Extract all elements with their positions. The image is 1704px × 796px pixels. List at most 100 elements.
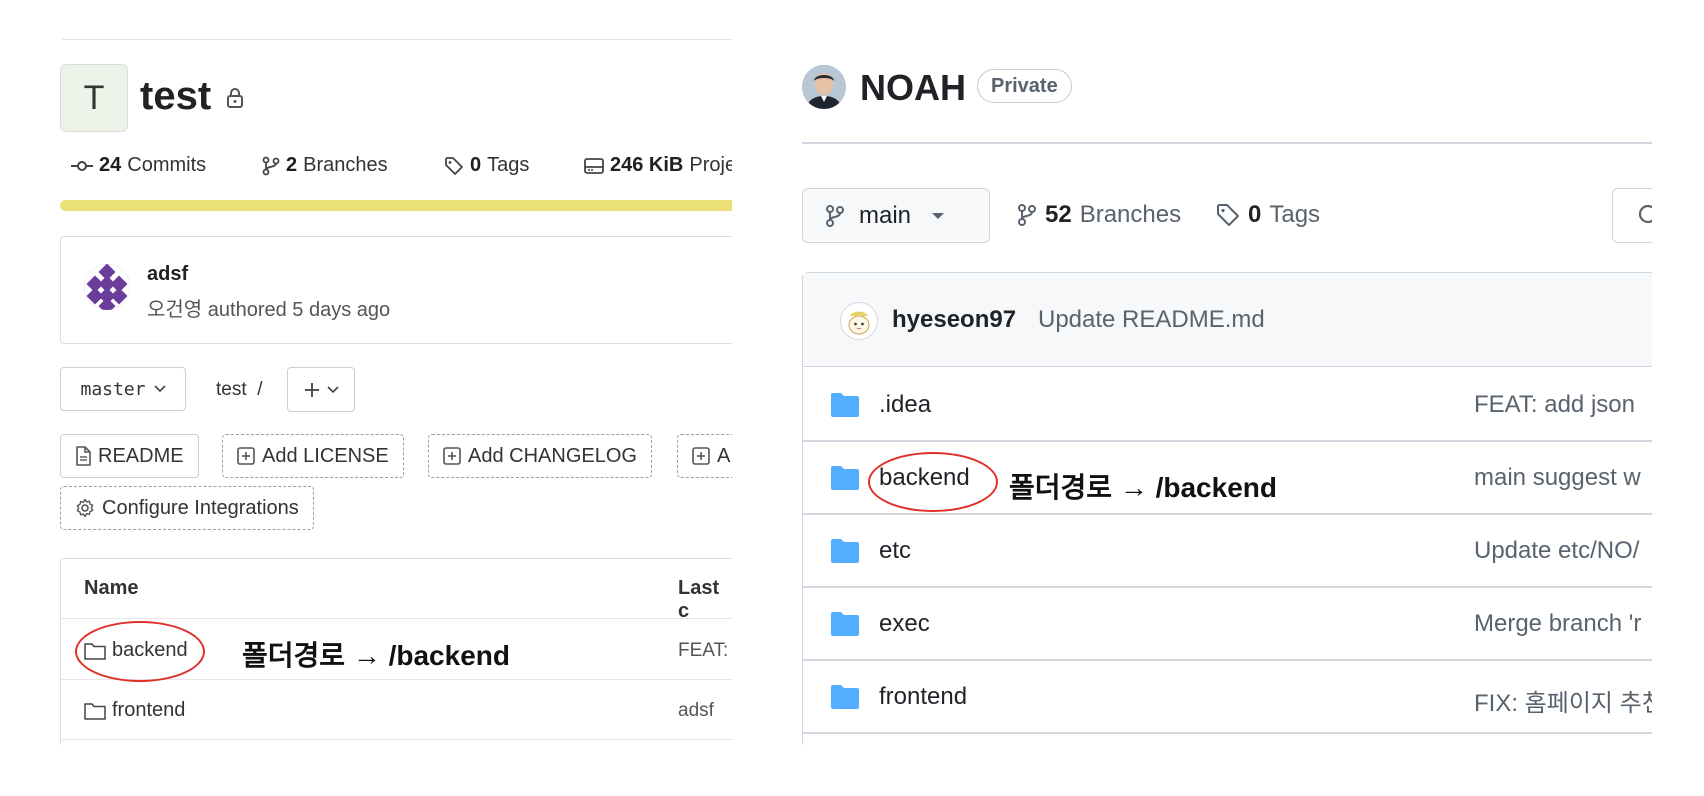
commit-time: authored 5 days ago	[207, 299, 391, 321]
branches-label: Branches	[303, 154, 388, 176]
add-license-label: Add LICENSE	[262, 444, 389, 467]
language-bar	[60, 200, 732, 211]
project-avatar: T	[60, 64, 128, 132]
readme-label: README	[98, 444, 184, 467]
tag-icon	[444, 156, 464, 176]
divider	[803, 732, 1652, 734]
gear-icon	[75, 498, 95, 518]
branches-count: 2	[286, 154, 298, 176]
branches-label: Branches	[1079, 201, 1182, 228]
folder-icon	[830, 684, 860, 710]
divider	[61, 618, 732, 619]
divider	[803, 586, 1652, 588]
readme-button[interactable]: README	[60, 434, 199, 478]
table-row[interactable]: frontend	[84, 699, 185, 722]
gitlab-panel: T test 24 Commits 2 Branches 0 Tags 246 …	[0, 0, 732, 745]
folder-name[interactable]: etc	[879, 537, 911, 565]
commit-icon	[71, 159, 93, 173]
folder-icon	[830, 465, 860, 491]
commits-label: Commits	[127, 154, 207, 176]
row-commit-message[interactable]: Update etc/NO/	[1474, 537, 1639, 565]
folder-name[interactable]: frontend	[879, 683, 967, 711]
annotation-text: 폴더경로 → /backend	[1009, 472, 1277, 503]
branch-selector[interactable]: master	[60, 367, 186, 411]
last-commit-title[interactable]: adsf	[147, 263, 188, 286]
project-title[interactable]: test	[140, 74, 211, 119]
chevron-down-icon	[327, 385, 339, 394]
storage-size: 246 KiB	[610, 154, 684, 176]
commit-author[interactable]: 오건영	[147, 299, 202, 321]
row-commit-message[interactable]: adsf	[678, 700, 714, 722]
repo-title[interactable]: NOAH	[860, 67, 966, 109]
commits-link[interactable]: 24 Commits	[71, 154, 206, 177]
add-license-button[interactable]: Add LICENSE	[222, 434, 404, 478]
divider	[803, 659, 1652, 661]
branch-name: master	[80, 378, 146, 400]
branch-icon	[262, 156, 280, 176]
tags-link[interactable]: 0 Tags	[1216, 201, 1320, 229]
last-commit-meta: 오건영 authored 5 days ago	[147, 293, 390, 322]
divider	[802, 142, 1652, 144]
branches-link[interactable]: 52 Branches	[1017, 201, 1181, 229]
caret-down-icon	[931, 212, 945, 220]
folder-name[interactable]: exec	[879, 610, 930, 638]
add-changelog-button[interactable]: Add CHANGELOG	[428, 434, 652, 478]
row-commit-message[interactable]: Merge branch 'r	[1474, 610, 1641, 638]
tags-label: Tags	[487, 154, 530, 176]
chevron-down-icon	[153, 385, 166, 393]
breadcrumb: test /	[216, 379, 262, 401]
author-avatar[interactable]	[84, 264, 130, 310]
branches-link[interactable]: 2 Branches	[262, 154, 388, 177]
name-column-header: Name	[84, 577, 139, 599]
plus-square-icon	[237, 447, 255, 465]
tag-icon	[1216, 203, 1240, 227]
row-commit-message[interactable]: FEAT: add json	[1474, 391, 1635, 419]
commit-message[interactable]: Update README.md	[1038, 306, 1265, 334]
branch-icon	[1017, 203, 1037, 227]
folder-icon	[84, 702, 106, 720]
breadcrumb-separator: /	[257, 379, 263, 400]
divider	[803, 440, 1652, 442]
last-commit-column-header: Last c	[678, 577, 720, 622]
branches-count: 52	[1045, 201, 1072, 228]
go-to-file-search[interactable]	[1612, 188, 1652, 243]
row-commit-message[interactable]: FEAT:	[678, 640, 728, 662]
divider	[61, 739, 732, 740]
add-more-button[interactable]: A	[677, 434, 732, 478]
folder-name[interactable]: .idea	[879, 391, 931, 419]
row-commit-message[interactable]: main suggest w	[1474, 464, 1641, 492]
storage-icon	[584, 157, 604, 175]
folder-icon	[830, 538, 860, 564]
tags-count: 0	[1248, 201, 1262, 228]
commit-author[interactable]: hyeseon97	[892, 306, 1016, 334]
add-changelog-label: Add CHANGELOG	[468, 444, 637, 467]
committer-avatar[interactable]	[840, 302, 878, 340]
annotation-text: 폴더경로 → /backend	[242, 640, 510, 671]
folder-icon	[830, 392, 860, 418]
plus-square-icon	[443, 447, 461, 465]
commits-count: 24	[99, 154, 122, 176]
github-panel: NOAH Private main 52 Branches 0 Tags hye…	[732, 0, 1652, 745]
search-icon	[1638, 204, 1652, 224]
add-more-label: A	[717, 444, 731, 467]
file-icon	[75, 446, 91, 466]
last-commit-card	[60, 236, 732, 344]
plus-icon	[303, 381, 321, 399]
tags-count: 0	[470, 154, 482, 176]
highlight-ellipse	[868, 452, 998, 512]
tags-link[interactable]: 0 Tags	[444, 154, 529, 177]
breadcrumb-root[interactable]: test	[216, 379, 247, 400]
divider	[803, 513, 1652, 515]
row-commit-message[interactable]: FIX: 홈페이지 추천	[1474, 683, 1652, 718]
configure-integrations-button[interactable]: Configure Integrations	[60, 486, 314, 530]
storage-link[interactable]: 246 KiB Proje	[584, 154, 732, 177]
add-file-dropdown[interactable]	[287, 367, 355, 412]
folder-icon	[830, 611, 860, 637]
plus-square-icon	[692, 447, 710, 465]
divider	[62, 39, 732, 40]
folder-name[interactable]: frontend	[112, 699, 185, 722]
branch-selector[interactable]: main	[802, 188, 990, 243]
owner-avatar[interactable]	[802, 65, 846, 109]
visibility-badge: Private	[977, 69, 1072, 103]
branch-icon	[825, 204, 845, 228]
